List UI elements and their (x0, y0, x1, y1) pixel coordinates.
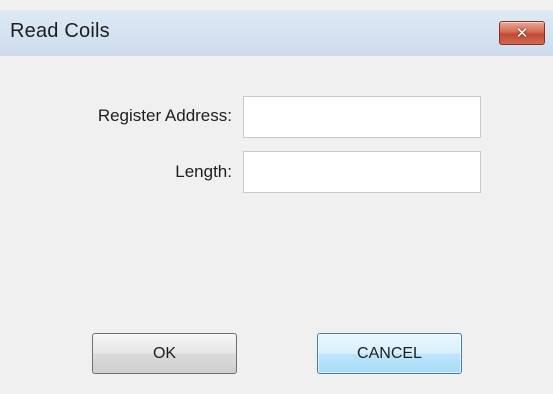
length-label: Length: (175, 162, 232, 181)
read-coils-dialog: Read Coils ✕ Register Address: Length: O… (0, 0, 553, 394)
title-bar[interactable]: Read Coils ✕ (0, 10, 553, 56)
register-address-input[interactable] (243, 96, 481, 138)
close-icon: ✕ (515, 23, 529, 42)
window-title: Read Coils (10, 20, 110, 42)
length-input[interactable] (243, 151, 481, 193)
ok-button[interactable]: OK (92, 333, 237, 374)
register-address-label: Register Address: (97, 106, 232, 125)
close-button[interactable]: ✕ (499, 21, 545, 45)
cancel-button[interactable]: CANCEL (317, 333, 462, 374)
